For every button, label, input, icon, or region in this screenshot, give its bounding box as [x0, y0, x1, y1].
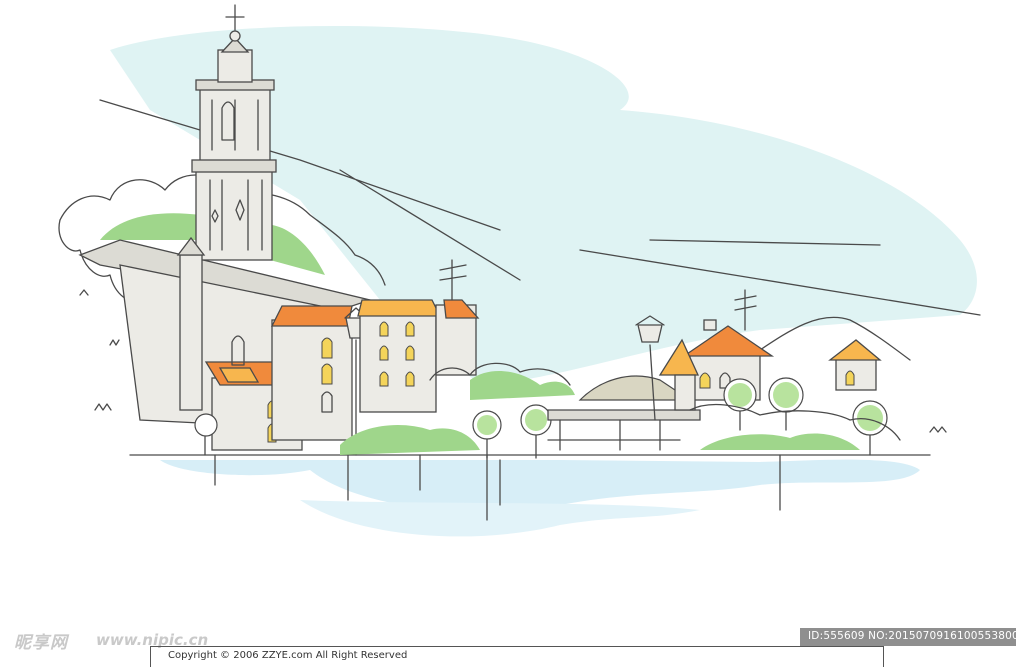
greenery-right-bank — [700, 433, 860, 450]
tree-right-3 — [852, 400, 888, 456]
copyright-text: Copyright © 2006 ZZYE.com All Right Rese… — [168, 650, 408, 661]
pillar — [176, 236, 206, 411]
harbour-town-illustration: .ln { stroke: #4a4a4a; stroke-width: 1.3… — [58, 4, 981, 537]
greenery-hill — [100, 213, 200, 240]
tree-right-1 — [723, 378, 757, 431]
greenery-tower-right — [270, 225, 325, 275]
building-right-of-lamp — [357, 299, 442, 413]
street-lamp-right — [635, 315, 665, 421]
tree-right-2 — [768, 377, 804, 431]
watermark-logo: 昵享网 — [14, 633, 68, 653]
tree-mid-2 — [520, 404, 552, 459]
house-far-right — [828, 339, 882, 391]
tree-mid-1 — [472, 410, 502, 459]
distant-hill-1 — [578, 375, 692, 401]
image-id-label: ID:555609 NO:20150709161005538000 — [808, 630, 1024, 642]
greenery-bank — [340, 425, 480, 455]
bridge — [547, 409, 701, 451]
